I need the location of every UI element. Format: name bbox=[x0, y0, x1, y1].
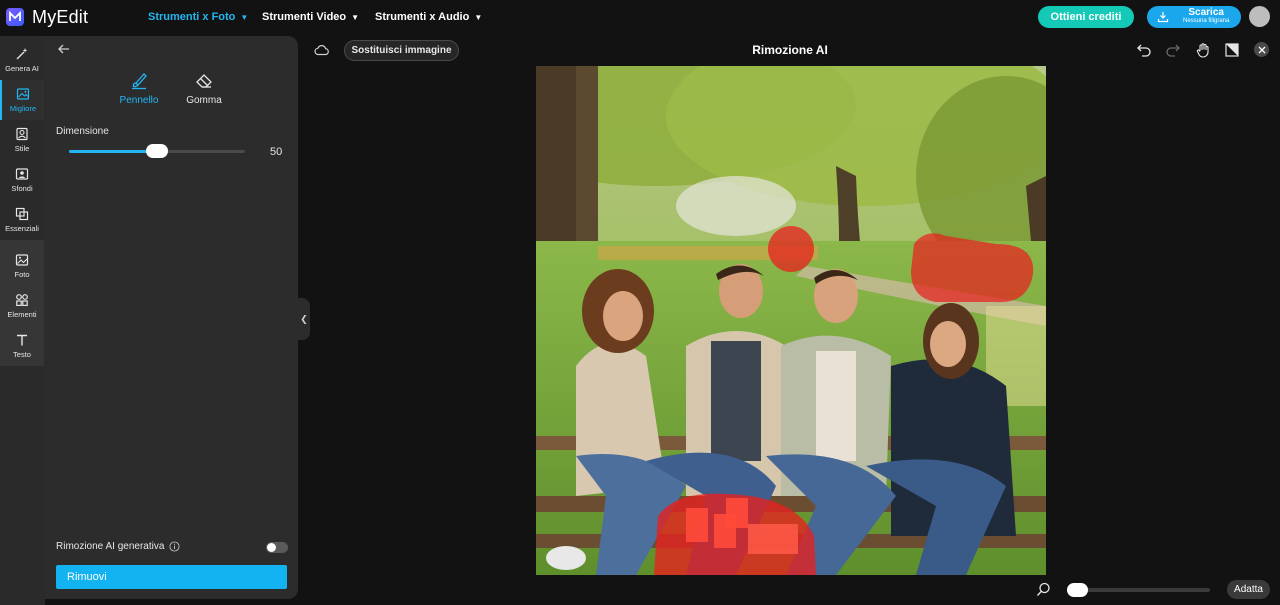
close-icon bbox=[1258, 46, 1265, 53]
tool-rail: Genera AI Migliore Stile Sfondi Essenzia… bbox=[0, 36, 45, 605]
magic-wand-icon bbox=[16, 48, 28, 60]
image-enhance-icon bbox=[16, 88, 30, 100]
text-icon bbox=[17, 334, 27, 346]
dimension-slider[interactable] bbox=[69, 144, 245, 158]
brush-icon bbox=[132, 73, 147, 90]
rail-item-label: Testo bbox=[13, 350, 31, 359]
portrait-style-icon bbox=[16, 127, 28, 141]
chevron-down-icon: ▼ bbox=[474, 12, 483, 22]
zoom-slider[interactable] bbox=[1067, 583, 1210, 597]
remove-button[interactable]: Rimuovi bbox=[56, 565, 287, 589]
nav-photo-tools[interactable]: Strumenti x Foto ▼ bbox=[148, 0, 248, 34]
rail-item-label: Stile bbox=[14, 144, 30, 153]
eraser-icon bbox=[196, 74, 212, 88]
rail-item-stile[interactable]: Stile bbox=[0, 120, 44, 160]
fit-button[interactable]: Adatta bbox=[1227, 580, 1270, 599]
nav-video-tools-label: Strumenti Video bbox=[262, 11, 347, 23]
close-button[interactable] bbox=[1254, 42, 1269, 57]
replace-image-button[interactable]: Sostituisci immagine bbox=[344, 40, 459, 61]
download-sublabel: Nessuna filigrana bbox=[1183, 18, 1230, 24]
brush-tool-label: Pennello bbox=[119, 95, 159, 106]
nav-video-tools[interactable]: Strumenti Video ▼ bbox=[262, 0, 359, 34]
park-photo bbox=[536, 66, 1046, 575]
rail-item-sfondi[interactable]: Sfondi bbox=[0, 160, 44, 200]
zoom-slider-thumb[interactable] bbox=[1067, 583, 1088, 597]
rail-item-label: Foto bbox=[14, 270, 30, 279]
generative-removal-row: Rimozione AI generativa bbox=[56, 541, 180, 552]
generative-removal-toggle[interactable] bbox=[266, 542, 288, 553]
elements-icon bbox=[16, 294, 28, 307]
rail-item-label: Genera AI bbox=[5, 64, 39, 73]
generative-removal-label: Rimozione AI generativa bbox=[56, 541, 165, 552]
download-label: Scarica bbox=[1188, 7, 1224, 18]
rail-item-label: Migliore bbox=[9, 104, 37, 113]
zoom-icon[interactable] bbox=[1036, 582, 1051, 597]
chevron-down-icon: ▼ bbox=[240, 12, 249, 22]
image-canvas[interactable] bbox=[536, 66, 1046, 575]
hand-pan-icon[interactable] bbox=[1195, 42, 1211, 58]
undo-icon[interactable] bbox=[1136, 42, 1152, 58]
collapse-panel-button[interactable]: ❮ bbox=[298, 298, 310, 340]
dimension-slider-fill bbox=[69, 150, 157, 153]
page-title: Rimozione AI bbox=[752, 43, 828, 57]
brush-tool-button[interactable]: Pennello bbox=[109, 70, 169, 106]
nav-audio-tools-label: Strumenti x Audio bbox=[375, 11, 470, 23]
eraser-tool-button[interactable]: Gomma bbox=[174, 70, 234, 106]
nav-photo-tools-label: Strumenti x Foto bbox=[148, 11, 236, 23]
chevron-down-icon: ▼ bbox=[351, 12, 360, 22]
app-logo[interactable]: MyEdit bbox=[6, 7, 88, 28]
download-button[interactable]: Scarica Nessuna filigrana bbox=[1147, 6, 1241, 28]
chevron-left-icon: ❮ bbox=[300, 313, 308, 324]
rail-item-label: Essenziali bbox=[5, 224, 39, 233]
cloud-icon[interactable] bbox=[313, 43, 330, 57]
eraser-tool-label: Gomma bbox=[186, 95, 222, 106]
rail-item-essenziali[interactable]: Essenziali bbox=[0, 200, 44, 240]
rail-item-foto[interactable]: Foto bbox=[0, 246, 44, 286]
app-name: MyEdit bbox=[32, 6, 89, 27]
compare-icon[interactable] bbox=[1224, 42, 1240, 58]
background-icon bbox=[15, 168, 29, 180]
redo-icon[interactable] bbox=[1165, 42, 1181, 58]
photo-icon bbox=[15, 254, 29, 266]
dimension-value: 50 bbox=[270, 146, 283, 158]
get-credits-button[interactable]: Ottieni crediti bbox=[1038, 6, 1134, 28]
remove-tool-panel: Pennello Gomma Dimensione 50 Rimozione A… bbox=[45, 36, 298, 599]
rail-item-label: Elementi bbox=[7, 310, 37, 319]
myedit-logo-icon bbox=[6, 8, 24, 26]
back-arrow-icon[interactable] bbox=[57, 42, 71, 56]
rail-item-genera-ai[interactable]: Genera AI bbox=[0, 40, 44, 80]
rail-item-testo[interactable]: Testo bbox=[0, 326, 44, 366]
dimension-slider-thumb[interactable] bbox=[146, 144, 168, 158]
toggle-knob bbox=[267, 543, 276, 552]
dimension-label: Dimensione bbox=[56, 126, 109, 137]
rail-item-label: Sfondi bbox=[11, 184, 33, 193]
user-avatar[interactable] bbox=[1249, 6, 1270, 27]
download-icon bbox=[1157, 12, 1169, 23]
rail-item-migliore[interactable]: Migliore bbox=[0, 80, 44, 120]
crop-icon bbox=[15, 207, 29, 221]
info-icon[interactable] bbox=[169, 541, 180, 552]
rail-item-elementi[interactable]: Elementi bbox=[0, 286, 44, 326]
nav-audio-tools[interactable]: Strumenti x Audio ▼ bbox=[375, 0, 482, 34]
